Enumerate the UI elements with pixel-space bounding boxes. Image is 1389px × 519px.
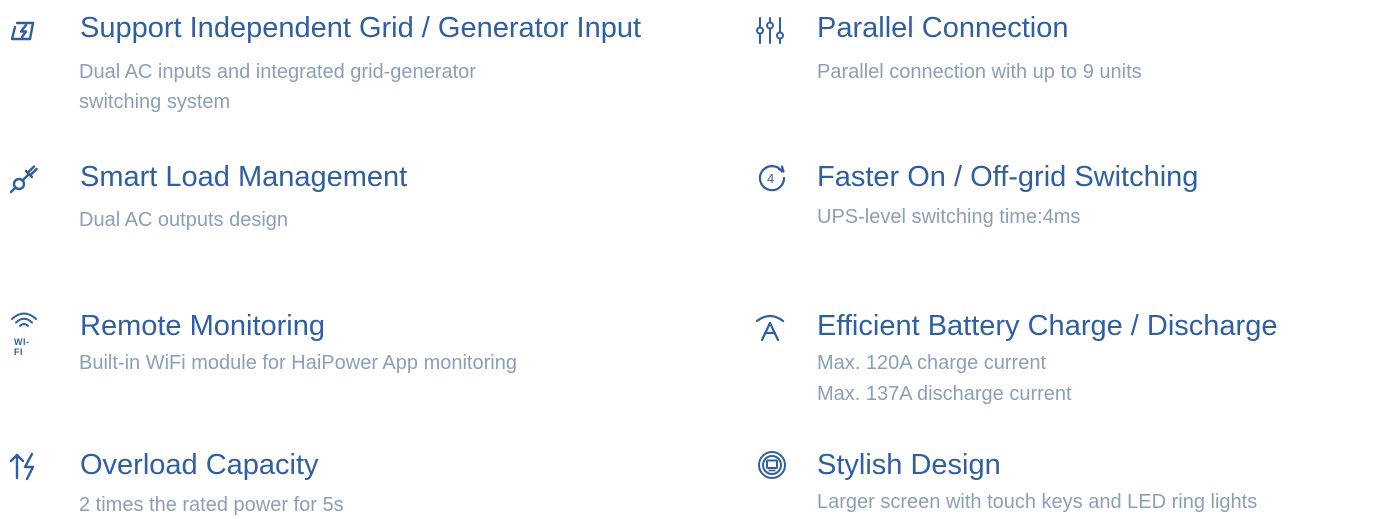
switching-time-icon-label: 4	[767, 171, 774, 186]
grid-generator-icon	[8, 14, 40, 46]
screen-design-icon	[756, 449, 788, 481]
feature-description-line: switching system	[79, 91, 231, 113]
feature-title: Efficient Battery Charge / Discharge	[817, 310, 1278, 342]
feature-title: Faster On / Off-grid Switching	[817, 161, 1199, 193]
feature-description-line: Built-in WiFi module for HaiPower App mo…	[79, 352, 517, 374]
feature-title: Stylish Design	[817, 449, 1001, 481]
switching-time-icon: 4	[756, 162, 788, 194]
feature-description-line: Max. 120A charge current	[817, 352, 1047, 374]
feature-title: Remote Monitoring	[80, 310, 325, 342]
wifi-icon	[8, 305, 40, 337]
feature-title: Parallel Connection	[817, 12, 1069, 44]
feature-description-line: Larger screen with touch keys and LED ri…	[817, 491, 1258, 513]
feature-description-line: 2 times the rated power for 5s	[79, 494, 344, 516]
feature-description-line: Parallel connection with up to 9 units	[817, 61, 1142, 83]
smart-plug-icon	[8, 163, 40, 195]
feature-description-line: Dual AC outputs design	[79, 209, 289, 231]
features-page: Support Independent Grid / Generator Inp…	[0, 0, 1389, 519]
feature-title: Smart Load Management	[80, 161, 408, 193]
feature-description-line: UPS-level switching time:4ms	[817, 206, 1081, 228]
feature-title: Overload Capacity	[80, 449, 319, 481]
overload-icon	[8, 450, 40, 482]
feature-description-line: Dual AC inputs and integrated grid-gener…	[79, 61, 476, 83]
parallel-connection-icon	[754, 14, 786, 46]
feature-description-line: Max. 137A discharge current	[817, 383, 1072, 405]
battery-charge-icon	[754, 311, 786, 343]
wifi-icon-label: WI-FI	[14, 337, 30, 357]
feature-title: Support Independent Grid / Generator Inp…	[80, 12, 642, 44]
